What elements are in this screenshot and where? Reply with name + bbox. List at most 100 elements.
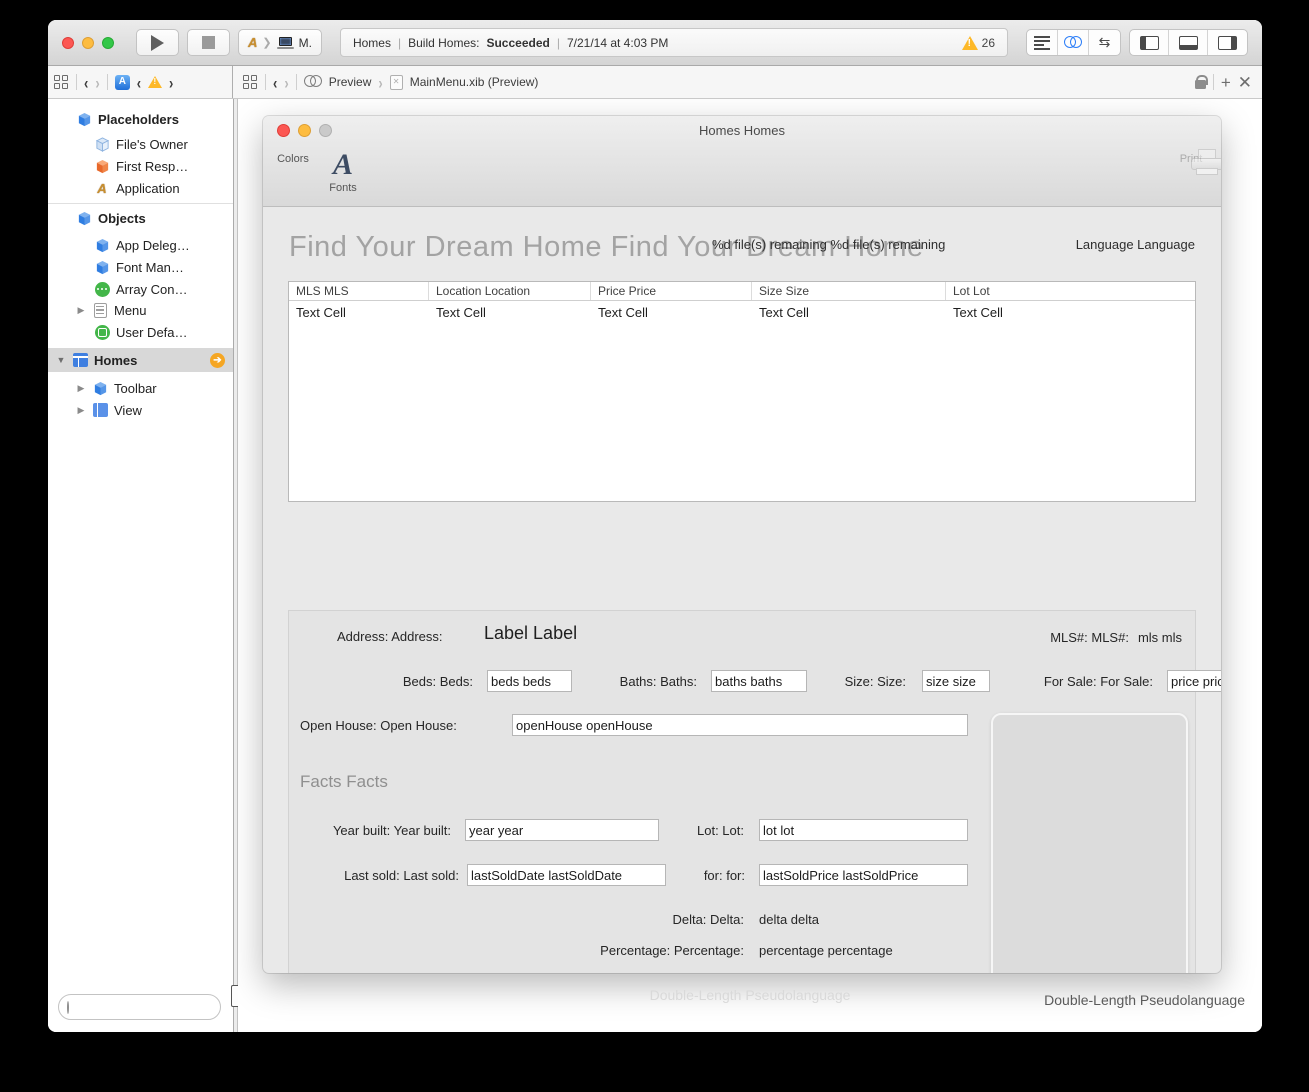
column-header[interactable]: Location Location xyxy=(429,282,591,300)
zoom-window-button[interactable] xyxy=(102,37,114,49)
photo-image-well[interactable] xyxy=(991,713,1188,973)
issue-warning-icon[interactable] xyxy=(148,76,162,88)
openhouse-field[interactable]: openHouse openHouse xyxy=(512,714,968,736)
lastsold-label: Last sold: Last sold: xyxy=(344,868,459,883)
preview-window-title: Homes Homes xyxy=(263,123,1221,138)
outline-item-first-responder[interactable]: First Resp… xyxy=(48,155,233,177)
outline-item-menu[interactable]: ▶ Menu xyxy=(48,299,233,321)
cube-orange-icon xyxy=(94,158,110,174)
table-row[interactable]: Text Cell Text Cell Text Cell Text Cell … xyxy=(289,301,1195,323)
outline-filter-bar xyxy=(58,994,221,1020)
right-panel-icon xyxy=(1218,36,1237,50)
warning-badge[interactable]: 26 xyxy=(962,36,995,50)
standard-editor-icon xyxy=(1034,36,1050,50)
run-button[interactable] xyxy=(136,29,179,56)
outline-item-user-defaults[interactable]: User Defa… xyxy=(48,321,233,343)
scheme-selector[interactable]: A ❯ M. xyxy=(238,29,322,56)
column-header[interactable]: Size Size xyxy=(752,282,946,300)
forward-button[interactable]: › xyxy=(95,72,99,92)
outline-item-files-owner[interactable]: File's Owner xyxy=(48,133,233,155)
debug-panel-button[interactable] xyxy=(1169,30,1208,55)
jumpbar-file-item[interactable]: MainMenu.xib (Preview) xyxy=(410,75,539,89)
percentage-value: percentage percentage xyxy=(759,943,893,958)
filter-field[interactable] xyxy=(58,994,221,1020)
outline-item-homes-window[interactable]: ▼ Homes ➔ xyxy=(48,348,233,372)
outline-section-placeholders[interactable]: Placeholders xyxy=(48,108,233,130)
filter-input[interactable] xyxy=(75,1000,230,1014)
editor-mode-control: ⇆ xyxy=(1026,29,1121,56)
previous-issue-button[interactable]: ‹ xyxy=(137,72,141,92)
jumpbar-preview-item[interactable]: Preview xyxy=(329,75,372,89)
lot-field[interactable]: lot lot xyxy=(759,819,968,841)
outline-item-toolbar[interactable]: ▶ Toolbar xyxy=(48,377,233,399)
outline-item-array-controller[interactable]: Array Con… xyxy=(48,278,233,300)
next-issue-button[interactable]: › xyxy=(169,72,173,92)
close-editor-button[interactable]: ✕ xyxy=(1238,74,1252,91)
forward-button[interactable]: › xyxy=(284,72,288,92)
jump-to-arrow-icon[interactable]: ➔ xyxy=(210,353,225,368)
for-field[interactable]: lastSoldPrice lastSoldPrice xyxy=(759,864,968,886)
navigator-panel-button[interactable] xyxy=(1130,30,1169,55)
cube-icon xyxy=(92,380,108,396)
column-header[interactable]: Price Price xyxy=(591,282,752,300)
play-icon xyxy=(151,35,164,51)
size-field[interactable]: size size xyxy=(922,670,990,692)
document-outline: Placeholders File's Owner First Resp… A … xyxy=(48,99,233,1032)
beds-field[interactable]: beds beds xyxy=(487,670,572,692)
column-header[interactable]: Lot Lot xyxy=(946,282,1195,300)
address-value: Label Label xyxy=(484,623,577,644)
table-header: MLS MLS Location Location Price Price Si… xyxy=(289,282,1195,301)
version-editor-button[interactable]: ⇆ xyxy=(1089,30,1120,55)
status-build-result: Succeeded xyxy=(486,36,549,50)
lock-icon xyxy=(1195,80,1206,89)
primary-jump-bar: ‹ › ‹ › xyxy=(48,66,233,98)
cube-icon xyxy=(94,259,110,275)
print-toolbar-button[interactable]: Print xyxy=(1169,150,1213,165)
mls-label: MLS#: MLS#: xyxy=(1050,630,1129,645)
disclosure-triangle-icon[interactable]: ▶ xyxy=(76,305,86,316)
disclosure-triangle-icon[interactable]: ▶ xyxy=(76,405,86,416)
forsale-field[interactable]: price price xyxy=(1167,670,1221,692)
xib-file-icon xyxy=(390,75,403,90)
standard-editor-button[interactable] xyxy=(1027,30,1058,55)
size-label: Size: Size: xyxy=(845,674,906,689)
outline-section-objects[interactable]: Objects xyxy=(48,207,233,229)
forsale-label: For Sale: For Sale: xyxy=(1044,674,1153,689)
stop-button[interactable] xyxy=(187,29,230,56)
inspector-panel-button[interactable] xyxy=(1208,30,1247,55)
close-window-button[interactable] xyxy=(62,37,74,49)
preview-canvas: Homes Homes Colors A Fonts Print xyxy=(238,99,1262,1032)
baths-label: Baths: Baths: xyxy=(620,674,697,689)
outline-item-application[interactable]: A Application xyxy=(48,177,233,199)
assistant-editor-button[interactable] xyxy=(1058,30,1089,55)
xcode-window: A ❯ M. Homes | Build Homes: Succeeded | … xyxy=(48,20,1262,1032)
back-button[interactable]: ‹ xyxy=(273,72,277,92)
view-icon xyxy=(92,402,108,418)
preview-window: Homes Homes Colors A Fonts Print xyxy=(263,116,1221,973)
counterparts-icon xyxy=(304,75,322,89)
related-items-icon[interactable] xyxy=(54,75,69,90)
address-label: Address: Address: xyxy=(337,629,443,644)
preview-language-button[interactable]: Double-Length Pseudolanguage xyxy=(1044,992,1245,1008)
column-header[interactable]: MLS MLS xyxy=(289,282,429,300)
back-button[interactable]: ‹ xyxy=(84,72,88,92)
baths-field[interactable]: baths baths xyxy=(711,670,807,692)
outline-item-view[interactable]: ▶ View xyxy=(48,399,233,421)
minimize-window-button[interactable] xyxy=(82,37,94,49)
fonts-toolbar-button[interactable]: A Fonts xyxy=(321,150,365,194)
outline-item-app-delegate[interactable]: App Deleg… xyxy=(48,234,233,256)
colors-toolbar-button[interactable]: Colors xyxy=(271,150,315,165)
chevron-right-icon: ❯ xyxy=(262,36,271,49)
facts-section-label: Facts Facts xyxy=(300,772,388,792)
percentage-label: Percentage: Percentage: xyxy=(600,943,744,958)
disclosure-triangle-icon[interactable]: ▶ xyxy=(76,383,86,394)
cube-icon xyxy=(76,210,92,226)
yearbuilt-field[interactable]: year year xyxy=(465,819,659,841)
lastsold-field[interactable]: lastSoldDate lastSoldDate xyxy=(467,864,666,886)
status-build-label: Build Homes: xyxy=(408,36,479,50)
add-editor-button[interactable]: + xyxy=(1221,74,1231,91)
outline-item-font-manager[interactable]: Font Man… xyxy=(48,256,233,278)
version-editor-icon: ⇆ xyxy=(1099,34,1111,51)
disclosure-triangle-icon[interactable]: ▼ xyxy=(56,355,66,365)
related-items-icon[interactable] xyxy=(243,75,258,90)
